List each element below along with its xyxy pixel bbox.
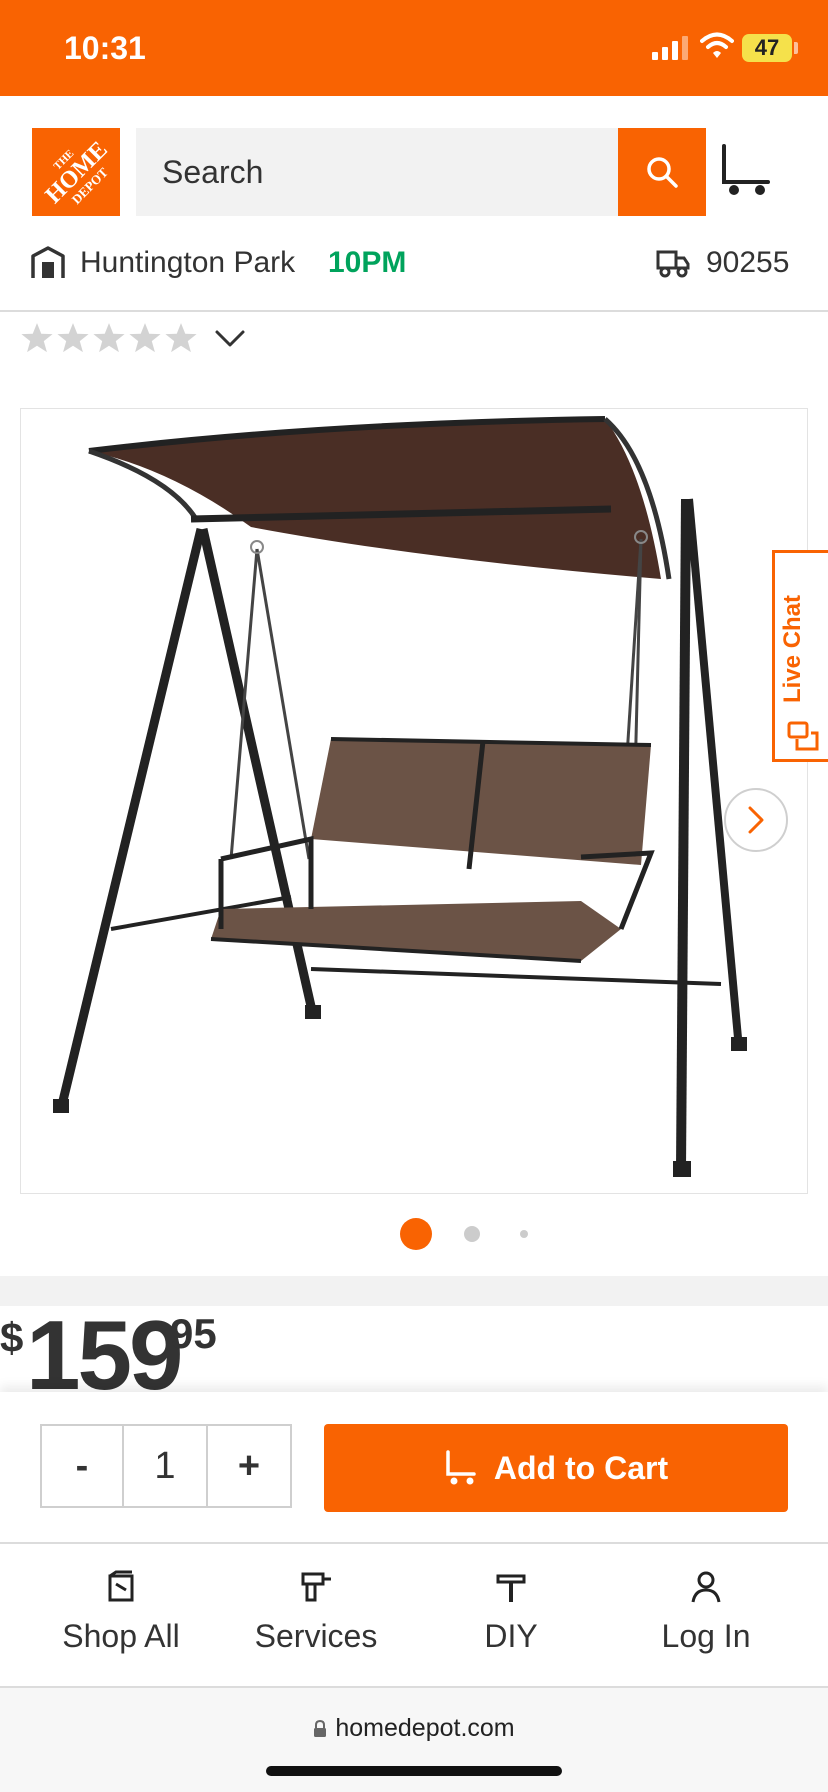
quantity-increase-button[interactable]: + bbox=[208, 1426, 290, 1506]
nav-log-in[interactable]: Log In bbox=[616, 1570, 796, 1670]
drill-icon bbox=[301, 1572, 331, 1602]
porch-swing-illustration bbox=[53, 416, 747, 1177]
carousel-dot[interactable] bbox=[520, 1230, 528, 1238]
star-icon bbox=[93, 323, 125, 353]
nav-services[interactable]: Services bbox=[226, 1570, 406, 1670]
nav-services-label: Services bbox=[254, 1618, 378, 1654]
nav-shop-all-label: Shop All bbox=[62, 1618, 180, 1654]
shop-all-icon bbox=[108, 1570, 134, 1602]
status-time: 10:31 bbox=[64, 30, 146, 66]
quantity-value[interactable]: 1 bbox=[124, 1426, 208, 1506]
store-icon[interactable] bbox=[30, 246, 66, 280]
add-to-cart-button[interactable]: Add to Cart bbox=[324, 1424, 788, 1512]
cart-icon[interactable] bbox=[720, 144, 774, 198]
star-icon bbox=[57, 323, 89, 353]
product-image[interactable] bbox=[20, 408, 808, 1194]
search-button[interactable] bbox=[618, 128, 706, 216]
search-box bbox=[136, 128, 618, 216]
rating-stars[interactable] bbox=[20, 318, 248, 358]
live-chat-label: Live Chat bbox=[779, 594, 806, 703]
nav-shop-all[interactable]: Shop All bbox=[31, 1570, 211, 1670]
add-to-cart-bar: - 1 + Add to Cart bbox=[0, 1392, 828, 1542]
search-input[interactable] bbox=[136, 128, 618, 216]
price-cents: 95 bbox=[170, 1310, 217, 1357]
star-icon bbox=[129, 323, 161, 353]
store-info-bar: Huntington Park 10PM 90255 bbox=[0, 222, 828, 312]
url-display[interactable]: homedepot.com bbox=[0, 1714, 828, 1743]
live-chat-tab[interactable]: Live Chat bbox=[772, 550, 828, 762]
wifi-icon bbox=[700, 32, 734, 58]
nav-log-in-label: Log In bbox=[661, 1618, 751, 1654]
lock-icon bbox=[314, 1719, 327, 1737]
browser-url-bar[interactable]: homedepot.com bbox=[0, 1688, 828, 1792]
search-icon bbox=[647, 157, 678, 188]
store-hours: 10PM bbox=[328, 246, 407, 279]
price-dollars: 159 bbox=[26, 1300, 184, 1410]
add-to-cart-label: Add to Cart bbox=[493, 1449, 669, 1486]
chevron-down-icon[interactable] bbox=[212, 320, 248, 356]
battery-level: 47 bbox=[742, 34, 792, 62]
chat-bubble-icon bbox=[787, 721, 819, 751]
carousel-dot-active[interactable] bbox=[400, 1218, 432, 1250]
chevron-right-icon bbox=[748, 806, 764, 834]
nav-diy[interactable]: DIY bbox=[421, 1570, 601, 1670]
home-indicator[interactable] bbox=[266, 1766, 562, 1776]
price-currency: $ bbox=[0, 1314, 24, 1361]
delivery-truck-icon[interactable] bbox=[656, 248, 690, 278]
battery-tip bbox=[794, 42, 798, 54]
next-image-button[interactable] bbox=[724, 788, 788, 852]
cart-icon bbox=[446, 1450, 476, 1485]
star-icon bbox=[165, 323, 197, 353]
home-depot-logo[interactable]: THE HOME DEPOT bbox=[32, 128, 120, 216]
store-name[interactable]: Huntington Park bbox=[80, 246, 295, 280]
cellular-signal-icon bbox=[652, 36, 688, 60]
hammer-icon bbox=[496, 1574, 526, 1602]
site-header: THE HOME DEPOT bbox=[0, 96, 828, 222]
carousel-dot[interactable] bbox=[464, 1226, 480, 1242]
bottom-navigation: Shop All Services DIY Log In bbox=[0, 1542, 828, 1688]
quantity-decrease-button[interactable]: - bbox=[42, 1426, 124, 1506]
delivery-zip[interactable]: 90255 bbox=[706, 246, 789, 280]
url-text: homedepot.com bbox=[335, 1714, 515, 1742]
user-icon bbox=[691, 1571, 721, 1603]
product-page: 10:31 47 THE HOME DEPOT Search Huntingto… bbox=[0, 0, 828, 1792]
nav-diy-label: DIY bbox=[484, 1618, 538, 1654]
carousel-indicator bbox=[0, 1218, 828, 1254]
quantity-stepper: - 1 + bbox=[40, 1424, 292, 1508]
star-icon bbox=[21, 323, 53, 353]
status-bar: 10:31 47 bbox=[0, 0, 828, 96]
